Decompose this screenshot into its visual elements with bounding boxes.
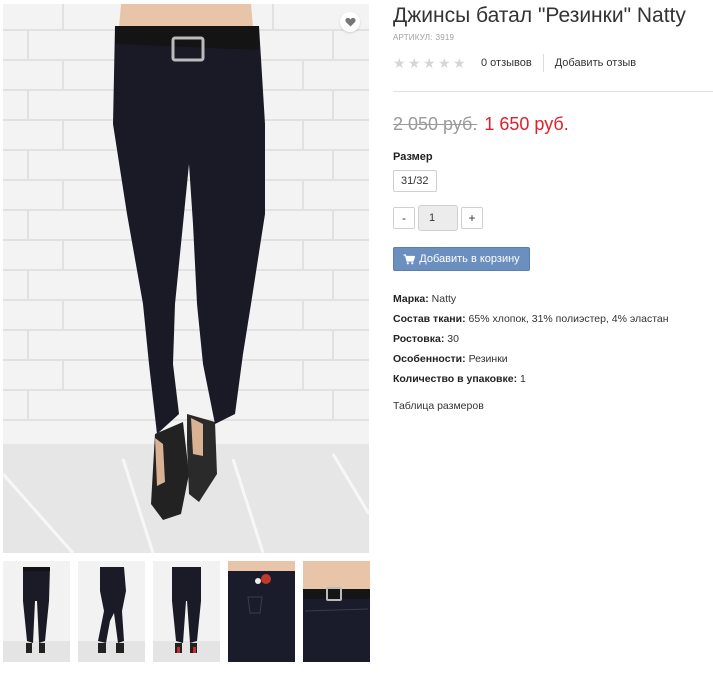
spec-value: 65% хлопок, 31% полиэстер, 4% эластан [468, 313, 669, 325]
spec-fabric: Состав ткани: 65% хлопок, 31% полиэстер,… [393, 312, 669, 332]
size-label: Размер [393, 151, 433, 163]
thumbnail-1[interactable] [3, 561, 70, 662]
spec-value: 30 [447, 333, 459, 345]
old-price: 2 050 руб. [393, 114, 478, 134]
quantity-decrease-button[interactable]: - [393, 207, 415, 229]
divider [393, 91, 713, 92]
heart-icon [344, 17, 356, 27]
spec-label: Количество в упаковке: [393, 373, 518, 385]
rating-stars[interactable]: ★ ★ ★ ★ ★ [393, 56, 466, 70]
quantity-stepper: - + [393, 205, 483, 231]
current-price: 1 650 руб. [484, 114, 569, 134]
star-icon[interactable]: ★ [453, 56, 466, 70]
star-icon[interactable]: ★ [438, 56, 451, 70]
add-to-cart-button[interactable]: Добавить в корзину [393, 247, 530, 271]
spec-brand: Марка: Natty [393, 292, 669, 312]
quantity-input[interactable] [418, 205, 458, 231]
spec-value: Резинки [468, 353, 508, 365]
thumbnail-gallery [3, 561, 371, 662]
size-table-link[interactable]: Таблица размеров [393, 400, 484, 412]
sku: АРТИКУЛ: 3919 [393, 33, 454, 42]
product-specs: Марка: Natty Состав ткани: 65% хлопок, 3… [393, 292, 669, 392]
price: 2 050 руб. 1 650 руб. [393, 114, 569, 135]
divider [542, 54, 544, 72]
add-review-link[interactable]: Добавить отзыв [555, 57, 636, 69]
quantity-increase-button[interactable]: + [461, 207, 483, 229]
spec-value: 1 [520, 373, 526, 385]
thumbnail-2[interactable] [78, 561, 145, 662]
thumbnail-4[interactable] [228, 561, 295, 662]
star-icon[interactable]: ★ [393, 56, 406, 70]
thumbnail-5[interactable] [303, 561, 370, 662]
size-option-button[interactable]: 31/32 [393, 170, 437, 192]
spec-label: Особенности: [393, 353, 466, 365]
add-to-cart-label: Добавить в корзину [419, 253, 520, 265]
spec-size-range: Ростовка: 30 [393, 332, 669, 352]
star-icon[interactable]: ★ [423, 56, 436, 70]
rating-row: ★ ★ ★ ★ ★ 0 отзывов Добавить отзыв [393, 54, 636, 72]
main-product-image[interactable] [3, 4, 369, 553]
spec-label: Марка: [393, 293, 429, 305]
spec-value: Natty [431, 293, 457, 305]
cart-icon [403, 253, 416, 265]
spec-label: Ростовка: [393, 333, 445, 345]
spec-label: Состав ткани: [393, 313, 466, 325]
page-title: Джинсы батал "Резинки" Natty [393, 4, 686, 27]
thumbnail-3[interactable] [153, 561, 220, 662]
favorite-button[interactable] [340, 12, 360, 32]
star-icon[interactable]: ★ [408, 56, 421, 70]
sku-label: АРТИКУЛ: [393, 33, 433, 42]
sku-value: 3919 [435, 33, 455, 42]
reviews-count-link[interactable]: 0 отзывов [481, 57, 532, 69]
spec-features: Особенности: Резинки [393, 352, 669, 372]
spec-pack-quantity: Количество в упаковке: 1 [393, 372, 669, 392]
